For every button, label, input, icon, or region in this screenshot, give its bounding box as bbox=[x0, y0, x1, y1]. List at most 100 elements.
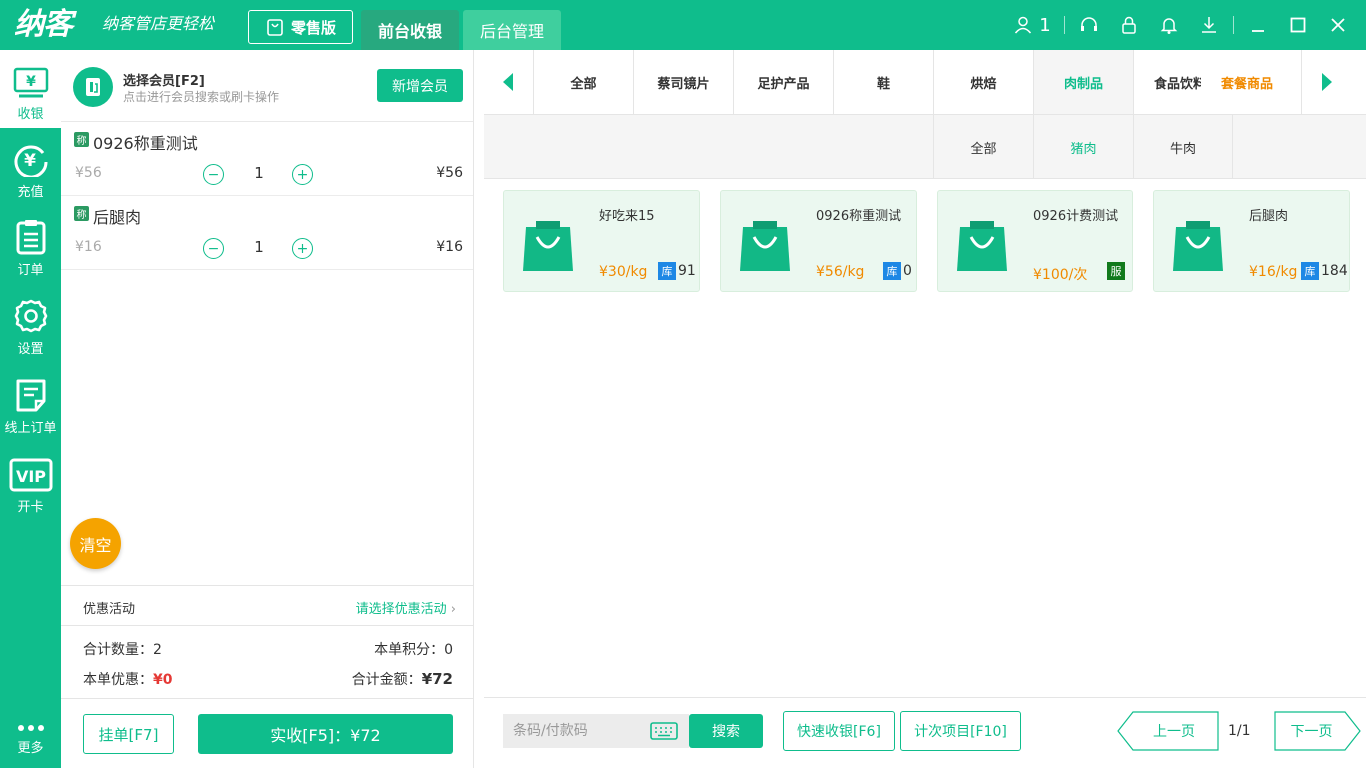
next-page-button[interactable]: 下一页 bbox=[1274, 711, 1361, 751]
order-total-value: ¥72 bbox=[421, 670, 453, 688]
subcategory-tab[interactable]: 猪肉 bbox=[1033, 115, 1133, 179]
divider bbox=[1064, 16, 1065, 34]
cart-item-price: ¥56 bbox=[75, 165, 102, 181]
download-button[interactable] bbox=[1189, 0, 1229, 50]
quick-checkout-button[interactable]: 快速收银[F6] bbox=[783, 711, 895, 751]
stock-badge: 库 bbox=[883, 262, 901, 280]
order-total-label: 合计金额： bbox=[351, 672, 422, 688]
cart-item[interactable]: 称 后腿肉 ¥16 − 1 + ¥16 bbox=[61, 196, 473, 270]
promo-select[interactable]: 请选择优惠活动 › bbox=[356, 598, 456, 617]
total-count: 合计数量：2 bbox=[83, 639, 162, 659]
subcategory-tab[interactable]: 牛肉 bbox=[1133, 115, 1233, 179]
total-count-label: 合计数量： bbox=[83, 642, 153, 658]
member-subtitle: 点击进行会员搜索或刷卡操作 bbox=[123, 90, 280, 104]
category-bar: 全部 蔡司镜片 足护产品 鞋 烘焙 肉制品 食品饮料 套餐商品 bbox=[484, 50, 1366, 115]
timed-items-button[interactable]: 计次项目[F10] bbox=[900, 711, 1021, 751]
bell-icon bbox=[1160, 18, 1178, 34]
product-stock: 91 bbox=[678, 263, 696, 279]
edition-label: 零售版 bbox=[290, 18, 336, 37]
side-nav: ¥ 收银 ¥ 充值 订单 设置 线上订单 VIP 开卡 更多 bbox=[0, 50, 61, 768]
prev-page-button[interactable]: 上一页 bbox=[1117, 711, 1219, 751]
minimize-button[interactable] bbox=[1238, 0, 1278, 50]
total-count-value: 2 bbox=[153, 642, 162, 658]
tab-front-cashier[interactable]: 前台收银 bbox=[361, 10, 459, 50]
subcategory-bar: 全部 猪肉 牛肉 bbox=[484, 115, 1366, 179]
close-button[interactable] bbox=[1318, 0, 1358, 50]
cart-actions: 挂单[F7] 实收[F5]：¥72 bbox=[61, 698, 474, 768]
nav-open-card[interactable]: VIP 开卡 bbox=[0, 445, 61, 521]
nav-online-order[interactable]: 线上订单 bbox=[0, 366, 61, 442]
window-controls: 1 bbox=[1004, 0, 1366, 50]
gear-icon bbox=[14, 299, 47, 333]
nav-more[interactable]: 更多 bbox=[0, 690, 61, 762]
product-name: 0926称重测试 bbox=[816, 209, 902, 224]
nav-label: 订单 bbox=[17, 263, 44, 278]
nav-cashier[interactable]: ¥ 收银 bbox=[0, 50, 61, 128]
page-indicator: 1/1 bbox=[1228, 723, 1251, 739]
add-member-button[interactable]: 新增会员 bbox=[377, 69, 463, 102]
order-discount: 本单优惠：¥0 bbox=[83, 669, 172, 689]
category-tab[interactable]: 套餐商品 bbox=[1201, 50, 1301, 114]
category-tab[interactable]: 鞋 bbox=[833, 50, 933, 114]
cashier-icon: ¥ bbox=[13, 67, 48, 98]
hang-order-button[interactable]: 挂单[F7] bbox=[83, 714, 174, 754]
subcategory-tab[interactable]: 全部 bbox=[933, 115, 1033, 179]
edition-badge[interactable]: 零售版 bbox=[248, 10, 353, 44]
cart-item-qty: 1 bbox=[254, 238, 264, 256]
cart-item[interactable]: 称 0926称重测试 ¥56 − 1 + ¥56 bbox=[61, 122, 473, 196]
keyboard-icon[interactable] bbox=[650, 722, 678, 740]
next-page-label: 下一页 bbox=[1290, 724, 1333, 740]
clear-cart-button[interactable]: 清空 bbox=[70, 518, 121, 569]
maximize-button[interactable] bbox=[1278, 0, 1318, 50]
order-discount-value: ¥0 bbox=[153, 672, 173, 688]
user-icon bbox=[1015, 16, 1032, 34]
lock-button[interactable] bbox=[1109, 0, 1149, 50]
recharge-icon: ¥ bbox=[14, 145, 47, 177]
category-tab[interactable]: 烘焙 bbox=[933, 50, 1033, 114]
category-tab[interactable]: 蔡司镜片 bbox=[633, 50, 733, 114]
category-tab[interactable]: 全部 bbox=[533, 50, 633, 114]
category-tab[interactable]: 足护产品 bbox=[733, 50, 833, 114]
shopping-bag-icon bbox=[523, 221, 573, 271]
order-points: 本单积分：0 bbox=[374, 639, 453, 659]
product-card[interactable]: 后腿肉 ¥16/kg 库 184 bbox=[1153, 190, 1350, 292]
search-button[interactable]: 搜索 bbox=[689, 714, 763, 748]
support-button[interactable] bbox=[1069, 0, 1109, 50]
product-card[interactable]: 0926称重测试 ¥56/kg 库 0 bbox=[720, 190, 917, 292]
category-tab[interactable]: 肉制品 bbox=[1033, 50, 1133, 114]
svg-text:¥: ¥ bbox=[26, 74, 36, 90]
weigh-badge: 称 bbox=[74, 206, 89, 221]
shopping-bag-icon bbox=[267, 19, 283, 36]
stock-badge: 库 bbox=[1301, 262, 1319, 280]
category-tab[interactable]: 食品饮料 bbox=[1133, 50, 1201, 114]
product-price: ¥100/次 bbox=[1033, 267, 1088, 283]
decrease-qty-button[interactable]: − bbox=[203, 238, 224, 259]
triangle-right-icon bbox=[1322, 73, 1332, 91]
notification-button[interactable] bbox=[1149, 0, 1189, 50]
product-card[interactable]: 0926计费测试 ¥100/次 服 bbox=[937, 190, 1133, 292]
decrease-qty-button[interactable]: − bbox=[203, 164, 224, 185]
tab-backend-management[interactable]: 后台管理 bbox=[463, 10, 561, 50]
order-summary: 合计数量：2 本单积分：0 本单优惠：¥0 合计金额：¥72 bbox=[61, 626, 474, 698]
triangle-left-icon bbox=[502, 73, 513, 91]
promo-label: 优惠活动 bbox=[83, 602, 136, 617]
pay-button[interactable]: 实收[F5]：¥72 bbox=[198, 714, 453, 754]
increase-qty-button[interactable]: + bbox=[292, 238, 313, 259]
product-card[interactable]: 好吃来15 ¥30/kg 库 91 bbox=[503, 190, 700, 292]
nav-settings[interactable]: 设置 bbox=[0, 287, 61, 363]
promo-row[interactable]: 优惠活动 请选择优惠活动 › bbox=[61, 585, 474, 626]
member-card-icon bbox=[86, 78, 100, 96]
category-prev-button[interactable] bbox=[484, 50, 533, 114]
product-name: 好吃来15 bbox=[599, 209, 655, 224]
user-count: 1 bbox=[1039, 14, 1051, 36]
nav-recharge[interactable]: ¥ 充值 bbox=[0, 130, 61, 206]
member-select[interactable]: 选择会员[F2] 点击进行会员搜索或刷卡操作 新增会员 bbox=[61, 50, 473, 122]
svg-text:VIP: VIP bbox=[15, 467, 45, 486]
increase-qty-button[interactable]: + bbox=[292, 164, 313, 185]
product-stock: 184 bbox=[1321, 263, 1348, 279]
user-button[interactable]: 1 bbox=[1004, 0, 1060, 50]
nav-order[interactable]: 订单 bbox=[0, 208, 61, 284]
cart-item-name: 后腿肉 bbox=[93, 208, 142, 227]
category-next-button[interactable] bbox=[1301, 50, 1350, 114]
product-name: 后腿肉 bbox=[1249, 209, 1289, 224]
